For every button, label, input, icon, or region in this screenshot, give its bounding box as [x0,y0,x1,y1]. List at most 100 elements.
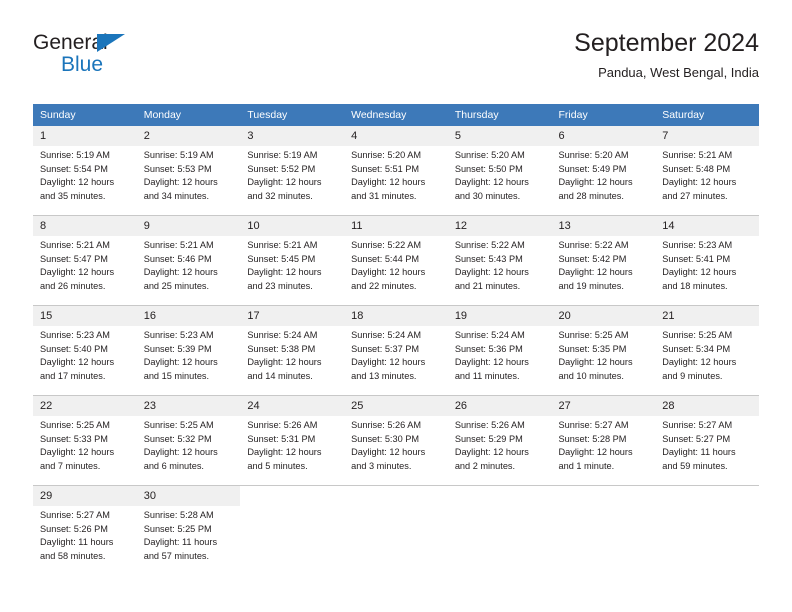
sunset-text: Sunset: 5:35 PM [558,343,627,354]
daylight-text-line1: Daylight: 12 hours [143,357,218,368]
daylight-text-line2: and 11 minutes. [454,370,520,381]
daylight-text-line1: Daylight: 12 hours [40,357,115,368]
calendar-day-cell[interactable]: 1 Sunrise: 5:19 AM Sunset: 5:54 PM Dayli… [33,126,137,216]
calendar-day-cell[interactable]: 3 Sunrise: 5:19 AM Sunset: 5:52 PM Dayli… [240,126,345,216]
day-cell-content: 17 Sunrise: 5:24 AM Sunset: 5:38 PM Dayl… [240,306,345,395]
calendar-day-cell[interactable]: 5 Sunrise: 5:20 AM Sunset: 5:50 PM Dayli… [447,126,552,216]
calendar-day-cell[interactable]: 21 Sunrise: 5:25 AM Sunset: 5:34 PM Dayl… [655,305,759,396]
day-info: Sunrise: 5:27 AM Sunset: 5:28 PM Dayligh… [552,416,656,473]
calendar-day-cell[interactable]: 4 Sunrise: 5:20 AM Sunset: 5:51 PM Dayli… [344,126,448,216]
calendar-day-cell[interactable]: 13 Sunrise: 5:22 AM Sunset: 5:42 PM Dayl… [551,215,656,306]
calendar-day-cell[interactable]: 23 Sunrise: 5:25 AM Sunset: 5:32 PM Dayl… [136,395,241,486]
day-info: Sunrise: 5:25 AM Sunset: 5:32 PM Dayligh… [137,416,241,473]
calendar-day-cell[interactable]: 24 Sunrise: 5:26 AM Sunset: 5:31 PM Dayl… [240,395,345,486]
daylight-text-line2: and 28 minutes. [558,190,624,201]
sunset-text: Sunset: 5:48 PM [662,163,731,174]
sunset-text: Sunset: 5:45 PM [247,253,316,264]
calendar-day-cell[interactable]: 14 Sunrise: 5:23 AM Sunset: 5:41 PM Dayl… [655,215,759,306]
calendar-day-cell[interactable]: 8 Sunrise: 5:21 AM Sunset: 5:47 PM Dayli… [33,215,137,306]
sunset-text: Sunset: 5:32 PM [143,433,212,444]
day-info: Sunrise: 5:27 AM Sunset: 5:27 PM Dayligh… [655,416,759,473]
calendar-day-cell[interactable]: 20 Sunrise: 5:25 AM Sunset: 5:35 PM Dayl… [551,305,656,396]
daylight-text-line2: and 14 minutes. [247,370,313,381]
daylight-text-line1: Daylight: 12 hours [558,267,633,278]
sunrise-text: Sunrise: 5:23 AM [143,330,214,340]
calendar-day-cell[interactable]: 16 Sunrise: 5:23 AM Sunset: 5:39 PM Dayl… [136,305,241,396]
sunrise-text: Sunrise: 5:21 AM [143,240,214,250]
calendar-day-cell[interactable]: 22 Sunrise: 5:25 AM Sunset: 5:33 PM Dayl… [33,395,137,486]
daylight-text-line2: and 35 minutes. [40,190,106,201]
daylight-text-line1: Daylight: 12 hours [143,267,218,278]
sunrise-sunset-calendar-table: Sunday Monday Tuesday Wednesday Thursday… [33,104,759,575]
calendar-day-cell[interactable]: 9 Sunrise: 5:21 AM Sunset: 5:46 PM Dayli… [136,215,241,306]
calendar-day-cell[interactable]: 12 Sunrise: 5:22 AM Sunset: 5:43 PM Dayl… [447,215,552,306]
daylight-text-line1: Daylight: 12 hours [662,357,737,368]
calendar-day-cell[interactable]: 28 Sunrise: 5:27 AM Sunset: 5:27 PM Dayl… [655,395,759,486]
page-title: September 2024 [574,29,759,57]
weekday-header-row: Sunday Monday Tuesday Wednesday Thursday… [33,104,759,126]
weekday-header-sunday: Sunday [33,104,137,126]
calendar-day-cell-empty [655,485,759,575]
sunrise-text: Sunrise: 5:23 AM [662,240,733,250]
calendar-day-cell-empty [551,485,656,575]
calendar-day-cell[interactable]: 7 Sunrise: 5:21 AM Sunset: 5:48 PM Dayli… [655,126,759,216]
daylight-text-line2: and 30 minutes. [454,190,521,201]
calendar-day-cell[interactable]: 10 Sunrise: 5:21 AM Sunset: 5:45 PM Dayl… [240,215,345,306]
calendar-day-cell[interactable]: 19 Sunrise: 5:24 AM Sunset: 5:36 PM Dayl… [447,305,552,396]
calendar-day-cell[interactable]: 6 Sunrise: 5:20 AM Sunset: 5:49 PM Dayli… [551,126,656,216]
day-info: Sunrise: 5:19 AM Sunset: 5:53 PM Dayligh… [137,146,241,203]
sunset-text: Sunset: 5:39 PM [143,343,212,354]
calendar-day-cell[interactable]: 29 Sunrise: 5:27 AM Sunset: 5:26 PM Dayl… [33,485,137,575]
daylight-text-line1: Daylight: 11 hours [40,537,114,548]
day-number: 23 [136,396,241,416]
daylight-text-line1: Daylight: 12 hours [351,447,426,458]
daylight-text-line1: Daylight: 12 hours [454,357,529,368]
sunrise-text: Sunrise: 5:22 AM [454,240,525,250]
sunrise-text: Sunrise: 5:19 AM [247,150,318,160]
day-number: 18 [344,306,448,326]
daylight-text-line1: Daylight: 12 hours [247,177,322,188]
daylight-text-line2: and 19 minutes. [558,280,624,291]
calendar-week-row: 15 Sunrise: 5:23 AM Sunset: 5:40 PM Dayl… [33,305,759,396]
day-cell-content: 13 Sunrise: 5:22 AM Sunset: 5:42 PM Dayl… [551,216,656,305]
day-cell-content: 21 Sunrise: 5:25 AM Sunset: 5:34 PM Dayl… [655,306,759,395]
day-number [344,486,448,506]
day-info: Sunrise: 5:24 AM Sunset: 5:38 PM Dayligh… [240,326,344,383]
calendar-day-cell[interactable]: 25 Sunrise: 5:26 AM Sunset: 5:30 PM Dayl… [344,395,448,486]
daylight-text-line2: and 5 minutes. [247,460,308,471]
sunrise-text: Sunrise: 5:19 AM [143,150,214,160]
general-blue-logo[interactable]: General Blue [33,32,233,88]
day-cell-content-empty [447,486,552,575]
daylight-text-line2: and 15 minutes. [143,370,210,381]
sunrise-text: Sunrise: 5:25 AM [143,420,214,430]
sunrise-text: Sunrise: 5:22 AM [351,240,422,250]
calendar-day-cell-empty [240,485,345,575]
daylight-text-line2: and 58 minutes. [40,550,106,561]
calendar-day-cell[interactable]: 18 Sunrise: 5:24 AM Sunset: 5:37 PM Dayl… [344,305,448,396]
day-cell-content: 24 Sunrise: 5:26 AM Sunset: 5:31 PM Dayl… [240,396,345,485]
calendar-day-cell[interactable]: 30 Sunrise: 5:28 AM Sunset: 5:25 PM Dayl… [136,485,241,575]
daylight-text-line1: Daylight: 12 hours [351,267,426,278]
daylight-text-line1: Daylight: 11 hours [662,447,736,458]
day-number [240,486,345,506]
sunset-text: Sunset: 5:43 PM [454,253,523,264]
day-cell-content-empty [655,486,759,575]
calendar-day-cell[interactable]: 26 Sunrise: 5:26 AM Sunset: 5:29 PM Dayl… [447,395,552,486]
day-cell-content: 8 Sunrise: 5:21 AM Sunset: 5:47 PM Dayli… [33,216,137,305]
calendar-day-cell[interactable]: 27 Sunrise: 5:27 AM Sunset: 5:28 PM Dayl… [551,395,656,486]
calendar-body: 1 Sunrise: 5:19 AM Sunset: 5:54 PM Dayli… [33,126,759,575]
calendar-day-cell[interactable]: 17 Sunrise: 5:24 AM Sunset: 5:38 PM Dayl… [240,305,345,396]
day-number: 3 [240,126,345,146]
sunset-text: Sunset: 5:42 PM [558,253,627,264]
daylight-text-line2: and 17 minutes. [40,370,106,381]
day-cell-content: 12 Sunrise: 5:22 AM Sunset: 5:43 PM Dayl… [447,216,552,305]
day-cell-content: 30 Sunrise: 5:28 AM Sunset: 5:25 PM Dayl… [136,486,241,575]
calendar-day-cell[interactable]: 15 Sunrise: 5:23 AM Sunset: 5:40 PM Dayl… [33,305,137,396]
day-info: Sunrise: 5:24 AM Sunset: 5:37 PM Dayligh… [344,326,448,383]
sunset-text: Sunset: 5:47 PM [40,253,108,264]
calendar-day-cell[interactable]: 11 Sunrise: 5:22 AM Sunset: 5:44 PM Dayl… [344,215,448,306]
calendar-day-cell[interactable]: 2 Sunrise: 5:19 AM Sunset: 5:53 PM Dayli… [136,126,241,216]
day-cell-content: 4 Sunrise: 5:20 AM Sunset: 5:51 PM Dayli… [344,126,448,215]
daylight-text-line2: and 26 minutes. [40,280,106,291]
sunset-text: Sunset: 5:53 PM [143,163,212,174]
